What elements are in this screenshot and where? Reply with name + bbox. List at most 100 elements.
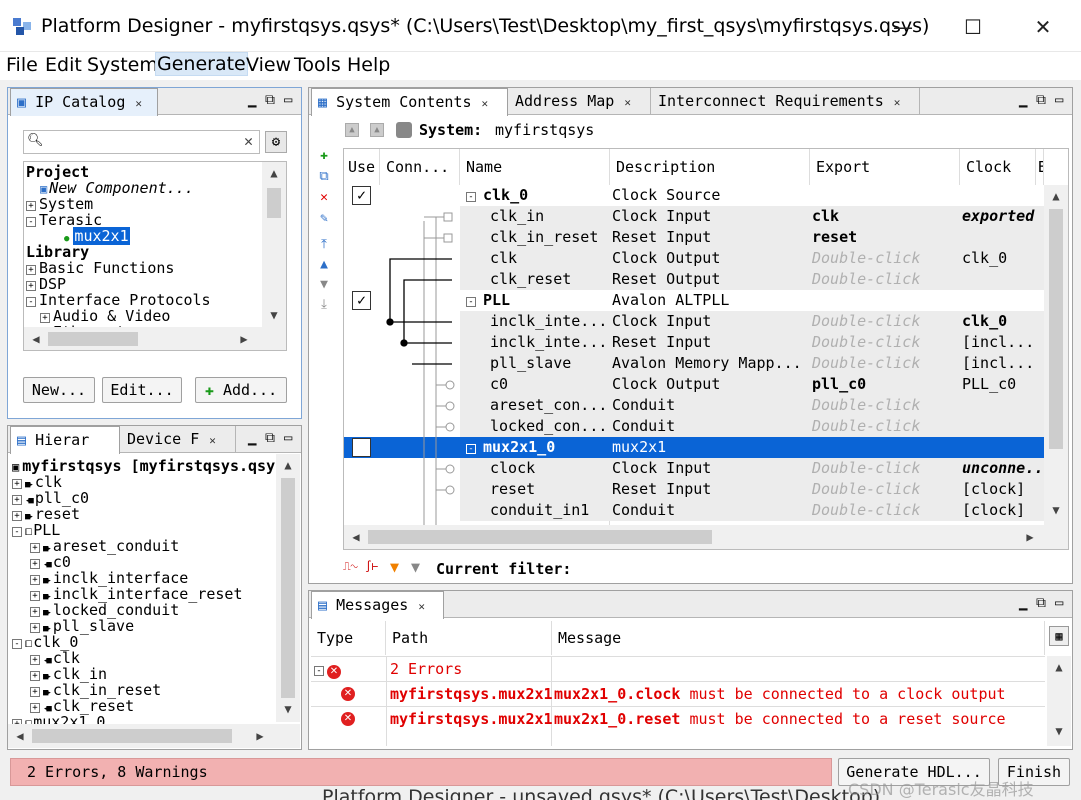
hierarchy-item[interactable]: + ■▸ clk_in	[12, 666, 293, 682]
scroll-down-icon[interactable]: ▼	[266, 308, 282, 322]
menu-view[interactable]: View	[245, 54, 292, 76]
menu-file[interactable]: File	[5, 54, 39, 76]
close-icon[interactable]: ✕	[209, 434, 216, 447]
ip-tree-item[interactable]: - Terasic	[26, 212, 211, 228]
collapse-icon[interactable]: -	[466, 444, 476, 454]
expand-icon[interactable]: +	[30, 703, 40, 713]
hierarchy-item[interactable]: - ⧠ PLL	[12, 522, 293, 538]
move-up-icon[interactable]: ▲	[317, 258, 331, 272]
maximize-button[interactable]: ☐	[950, 10, 996, 44]
menu-edit[interactable]: Edit	[44, 54, 83, 76]
menu-generate[interactable]: Generate	[155, 52, 248, 76]
scroll-thumb[interactable]	[368, 530, 712, 544]
hierarchy-item[interactable]: + ◂■ clk_reset	[12, 698, 293, 714]
add-icon[interactable]: ✚	[317, 149, 331, 163]
tab-hierarchy[interactable]: ▤ Hierar	[10, 426, 120, 454]
expand-icon[interactable]: +	[30, 671, 40, 681]
export-cell[interactable]: Double-click	[812, 353, 958, 374]
duplicate-icon[interactable]: ⧉	[317, 170, 331, 184]
expand-icon[interactable]: +	[26, 281, 36, 291]
col-name[interactable]: Name	[460, 149, 610, 185]
move-down-icon[interactable]: ▼	[317, 278, 331, 292]
move-top-icon[interactable]: ⤒	[317, 238, 331, 252]
scroll-thumb[interactable]	[281, 478, 295, 698]
hierarchy-item[interactable]: + ■▸ locked_conduit	[12, 602, 293, 618]
table-vscrollbar[interactable]: ▲ ▼	[1044, 185, 1068, 525]
message-row[interactable]: ✕ myfirstqsys.mux2x1_0mux2x1_0.clock must…	[311, 681, 1045, 706]
minimize-panel-icon[interactable]: ▁	[248, 92, 256, 108]
scroll-up-icon[interactable]: ▲	[1048, 189, 1064, 203]
scroll-up-icon[interactable]: ▲	[280, 458, 296, 472]
export-cell[interactable]: Double-click	[812, 248, 958, 269]
scroll-left-icon[interactable]: ◀	[348, 530, 364, 544]
scroll-left-icon[interactable]: ◀	[28, 332, 44, 346]
new-button[interactable]: New...	[23, 377, 95, 403]
close-icon[interactable]: ✕	[894, 96, 901, 109]
clear-filter-icon[interactable]: ▼	[411, 558, 420, 576]
expand-icon[interactable]: +	[30, 687, 40, 697]
scroll-down-icon[interactable]: ▼	[1051, 724, 1067, 738]
maximize-panel-icon[interactable]: ▭	[284, 92, 292, 108]
clock-cell[interactable]: [incl...	[962, 353, 1042, 374]
clock-cell[interactable]: clk_0	[962, 248, 1042, 269]
clock-cell[interactable]: [clock]	[962, 479, 1042, 500]
collapse-icon[interactable]: -	[314, 666, 324, 676]
message-filter-icon[interactable]: ▦	[1049, 626, 1069, 646]
hierarchy-hscrollbar[interactable]: ◀ ▶	[8, 724, 300, 748]
messages-vscrollbar[interactable]: ▲ ▼	[1047, 656, 1071, 746]
restore-panel-icon[interactable]: ⧉	[1036, 92, 1046, 108]
hierarchy-vscrollbar[interactable]: ▲ ▼	[276, 454, 300, 722]
clock-cell[interactable]: clk_0	[962, 311, 1042, 332]
expand-icon[interactable]: +	[30, 607, 40, 617]
scroll-up-icon[interactable]: ▲	[1051, 660, 1067, 674]
restore-panel-icon[interactable]: ⧉	[265, 92, 275, 108]
export-cell[interactable]: clk	[812, 206, 958, 227]
export-cell[interactable]: Double-click	[812, 269, 958, 290]
scroll-left-icon[interactable]: ◀	[12, 729, 28, 743]
scroll-right-icon[interactable]: ▶	[252, 729, 268, 743]
hierarchy-item[interactable]: + ■▸ areset_conduit	[12, 538, 293, 554]
tab-messages[interactable]: ▤ Messages ✕	[311, 591, 444, 619]
hierarchy-item[interactable]: + ■▸ inclk_interface_reset	[12, 586, 293, 602]
col-use[interactable]: Use	[344, 149, 380, 185]
close-icon[interactable]: ✕	[624, 96, 631, 109]
clear-search-icon[interactable]: ✕	[244, 132, 253, 150]
scroll-thumb[interactable]	[48, 332, 138, 346]
minimize-panel-icon[interactable]: ▁	[248, 430, 256, 446]
collapse-icon[interactable]: -	[466, 297, 476, 307]
ip-tree-item[interactable]: + Audio & Video	[26, 308, 211, 324]
settings-icon[interactable]: ⚙	[265, 131, 287, 153]
collapse-icon[interactable]: -	[12, 527, 22, 537]
export-cell[interactable]: Double-click	[812, 332, 958, 353]
ip-tree-item[interactable]: ▣ New Component...	[26, 180, 211, 196]
close-icon[interactable]: ✕	[135, 97, 142, 110]
expand-icon[interactable]: +	[30, 591, 40, 601]
export-cell[interactable]: Double-click	[812, 458, 958, 479]
maximize-panel-icon[interactable]: ▭	[284, 430, 292, 446]
expand-icon[interactable]: +	[30, 575, 40, 585]
hierarchy-item[interactable]: + ◂■ pll_c0	[12, 490, 293, 506]
clock-cell[interactable]: exported	[962, 206, 1042, 227]
close-icon[interactable]: ✕	[482, 97, 489, 110]
ip-tree-item[interactable]: Project	[26, 164, 211, 180]
expand-icon[interactable]: +	[30, 623, 40, 633]
expand-icon[interactable]: +	[30, 655, 40, 665]
col-path[interactable]: Path	[386, 621, 552, 655]
scroll-up-icon[interactable]: ▲	[266, 166, 282, 180]
tab-ip-catalog[interactable]: ▣ IP Catalog ✕	[10, 88, 158, 116]
restore-panel-icon[interactable]: ⧉	[1036, 595, 1046, 611]
minimize-panel-icon[interactable]: ▁	[1019, 595, 1027, 611]
scroll-down-icon[interactable]: ▼	[1048, 503, 1064, 517]
col-description[interactable]: Description	[610, 149, 810, 185]
edit-icon[interactable]: ✎	[317, 212, 331, 226]
add-button[interactable]: ✚ Add...	[195, 377, 287, 403]
tab-interconnect-requirements[interactable]: Interconnect Requirements ✕	[652, 88, 920, 115]
ip-tree-hscrollbar[interactable]: ◀ ▶	[24, 327, 286, 350]
hierarchy-item[interactable]: + ◂■ clk	[12, 650, 293, 666]
ip-tree-item[interactable]: + System	[26, 196, 211, 212]
menu-help[interactable]: Help	[346, 54, 391, 76]
scroll-thumb[interactable]	[1049, 209, 1063, 449]
minimize-button[interactable]: —	[880, 10, 926, 44]
ip-tree-vscrollbar[interactable]: ▲ ▼	[262, 162, 286, 327]
col-export[interactable]: Export	[810, 149, 960, 185]
